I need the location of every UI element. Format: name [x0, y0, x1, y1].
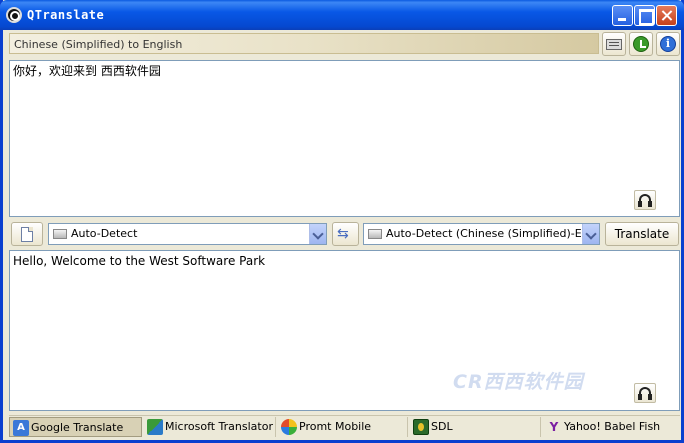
info-icon: i — [660, 36, 676, 52]
minimize-button[interactable] — [612, 5, 633, 26]
watermark-logo: CR西西软件园 — [453, 371, 584, 393]
tab-microsoft-translator[interactable]: Microsoft Translator — [144, 417, 276, 437]
language-flag-icon — [53, 229, 67, 239]
history-button[interactable] — [629, 32, 653, 56]
language-flag-icon — [368, 229, 382, 239]
qtranslate-logo-icon[interactable] — [6, 7, 22, 23]
tab-label: Promt Mobile — [299, 420, 372, 433]
app-window: QTranslate Chinese (Simplified) to Engli… — [0, 0, 684, 443]
maximize-button[interactable] — [634, 5, 655, 26]
listen-source-button[interactable] — [634, 190, 656, 210]
source-text-area[interactable]: 你好，欢迎来到 西西软件园 — [9, 60, 680, 217]
result-text: Hello, Welcome to the West Software Park — [13, 254, 266, 268]
target-language-value: Auto-Detect (Chinese (Simplified)-Englis… — [386, 227, 600, 240]
headphones-icon — [638, 194, 652, 207]
listen-result-button[interactable] — [634, 383, 656, 403]
swap-languages-button[interactable]: ⇆ — [332, 222, 359, 246]
about-button[interactable]: i — [656, 32, 680, 56]
microsoft-translator-icon — [147, 419, 163, 435]
keyboard-icon — [606, 39, 622, 50]
new-translation-button[interactable] — [11, 222, 43, 246]
tab-promt-mobile[interactable]: Promt Mobile — [278, 417, 408, 437]
target-language-select[interactable]: Auto-Detect (Chinese (Simplified)-Englis… — [363, 223, 600, 245]
virtual-keyboard-button[interactable] — [602, 32, 626, 56]
tab-label: SDL — [431, 420, 453, 433]
tab-sdl[interactable]: SDL — [410, 417, 541, 437]
sdl-icon — [413, 419, 429, 435]
source-language-value: Auto-Detect — [71, 227, 138, 240]
source-text: 你好，欢迎来到 西西软件园 — [13, 64, 161, 78]
source-language-select[interactable]: Auto-Detect — [48, 223, 327, 245]
service-tabs: A Google Translate Microsoft Translator … — [9, 415, 680, 437]
translate-button[interactable]: Translate — [605, 222, 679, 246]
yahoo-icon: Y — [549, 420, 559, 434]
swap-arrows-icon: ⇆ — [337, 226, 349, 242]
chevron-down-icon[interactable] — [309, 224, 326, 244]
tab-label: Yahoo! Babel Fish — [564, 420, 661, 433]
tab-yahoo-babel-fish[interactable]: Y Yahoo! Babel Fish — [543, 417, 680, 437]
window-title: QTranslate — [27, 8, 105, 22]
title-bar[interactable]: QTranslate — [0, 0, 684, 30]
google-translate-icon: A — [13, 420, 29, 436]
tab-google-translate[interactable]: A Google Translate — [9, 417, 142, 437]
promt-icon — [281, 419, 297, 435]
language-direction-label: Chinese (Simplified) to English — [9, 33, 599, 54]
document-icon — [21, 227, 33, 242]
tab-label: Microsoft Translator — [165, 420, 273, 433]
chevron-down-icon[interactable] — [582, 224, 599, 244]
tab-label: Google Translate — [31, 421, 124, 434]
history-icon — [633, 36, 649, 52]
language-controls: Auto-Detect ⇆ Auto-Detect (Chinese (Simp… — [3, 221, 684, 247]
close-button[interactable] — [656, 5, 677, 26]
headphones-icon — [638, 387, 652, 400]
